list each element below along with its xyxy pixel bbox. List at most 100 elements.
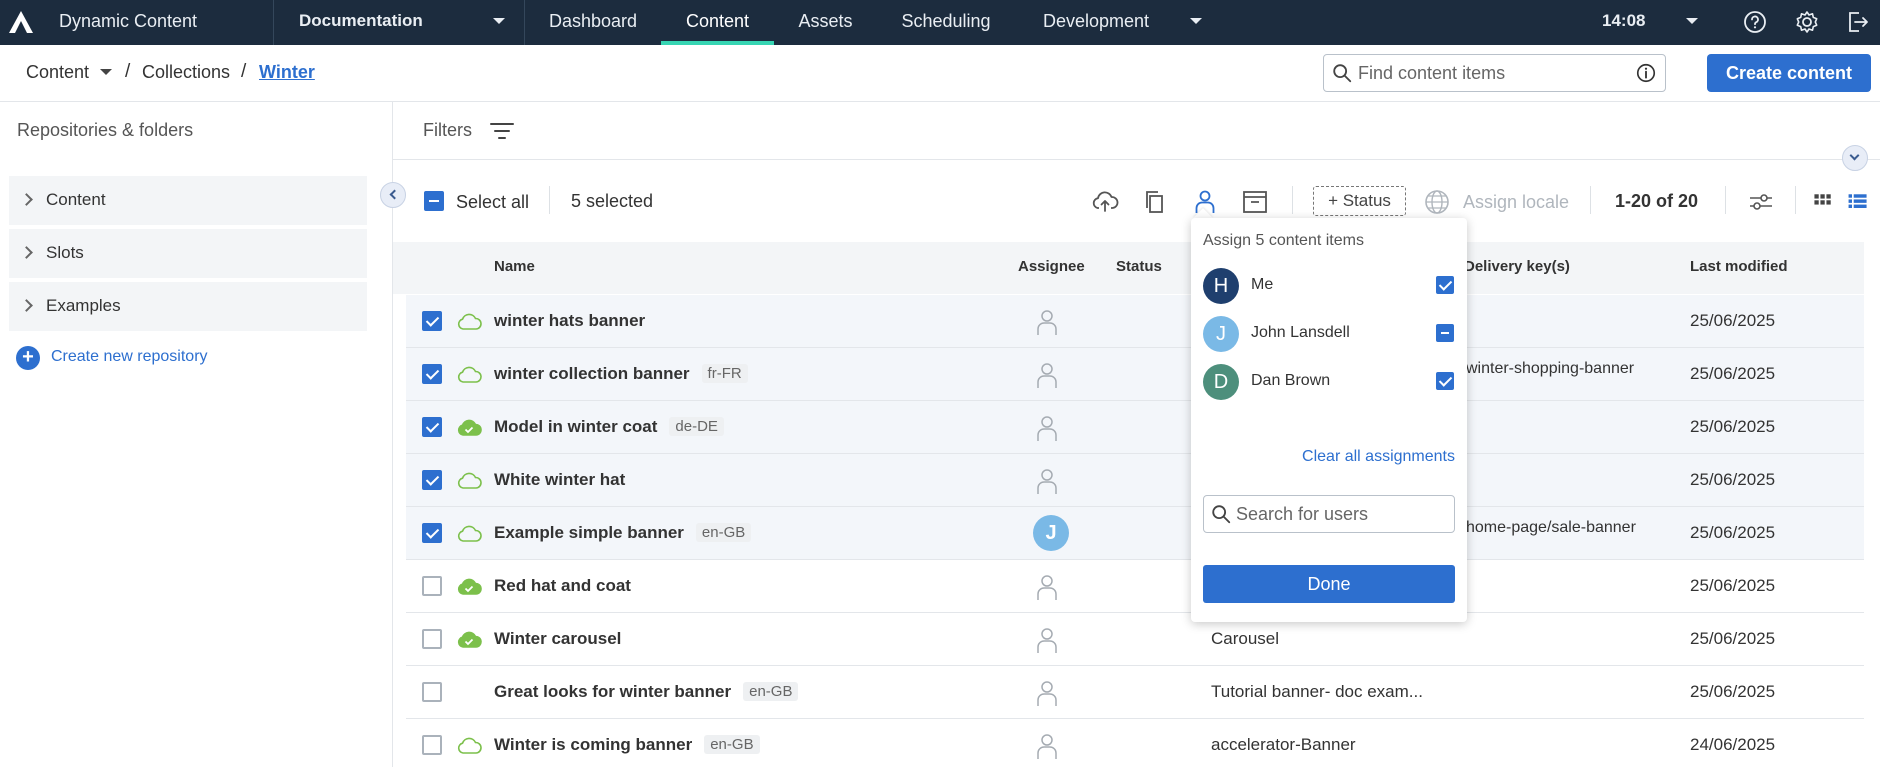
row-checkbox[interactable] — [422, 576, 442, 596]
item-name[interactable]: winter collection banner fr-FR — [494, 364, 748, 384]
row-checkbox[interactable] — [422, 682, 442, 702]
logout-icon[interactable] — [1845, 9, 1871, 35]
tab-dashboard[interactable]: Dashboard — [534, 0, 652, 45]
create-content-button[interactable]: Create content — [1707, 54, 1871, 92]
assign-user-option[interactable]: H Me — [1203, 268, 1457, 304]
archive-icon[interactable] — [1241, 188, 1269, 216]
user-search[interactable] — [1203, 495, 1455, 533]
clear-all-assignments-link[interactable]: Clear all assignments — [1302, 448, 1455, 466]
table-row[interactable]: Great looks for winter banner en-GB Tutori… — [406, 666, 1864, 719]
publish-icon[interactable] — [1091, 188, 1119, 216]
row-checkbox[interactable] — [422, 417, 442, 437]
user-checkbox[interactable] — [1436, 372, 1454, 390]
search-icon — [1212, 505, 1231, 524]
unassigned-user-icon[interactable] — [1034, 308, 1060, 336]
search-input[interactable] — [1358, 61, 1618, 85]
locale-badge: fr-FR — [701, 364, 748, 383]
item-name[interactable]: Red hat and coat — [494, 576, 631, 596]
user-name: Dan Brown — [1251, 372, 1331, 389]
item-name[interactable]: Great looks for winter banner en-GB — [494, 682, 799, 702]
table-row[interactable]: Red hat and coat 25/06/2025 — [406, 560, 1864, 613]
row-checkbox[interactable] — [422, 523, 442, 543]
sidebar-item-content[interactable]: Content — [9, 176, 367, 225]
assign-user-option[interactable]: D Dan Brown — [1203, 364, 1457, 400]
sidebar-item-label: Content — [46, 190, 106, 209]
row-checkbox[interactable] — [422, 735, 442, 755]
table-row[interactable]: Example simple banner en-GB Jhome-page/sal… — [406, 507, 1864, 560]
divider — [1292, 186, 1293, 214]
breadcrumb-content[interactable]: Content — [26, 62, 89, 83]
select-all-label[interactable]: Select all — [456, 192, 529, 213]
more-tabs-chevron-icon[interactable] — [1190, 18, 1202, 24]
info-icon[interactable] — [1635, 62, 1657, 84]
column-status[interactable]: Status — [1116, 258, 1162, 275]
select-all-checkbox[interactable] — [424, 191, 444, 211]
sliders-icon[interactable] — [1747, 188, 1775, 216]
table-row[interactable]: winter hats banner 25/06/2025 — [406, 295, 1864, 348]
gear-icon[interactable] — [1794, 9, 1820, 35]
user-search-input[interactable] — [1236, 503, 1446, 525]
hub-selector[interactable]: Documentation — [273, 0, 525, 45]
item-name[interactable]: Winter is coming banner en-GB — [494, 735, 760, 755]
add-status-button[interactable]: + Status — [1313, 186, 1406, 216]
expand-filters-button[interactable] — [1842, 145, 1868, 171]
assignee-avatar[interactable]: J — [1033, 515, 1069, 551]
locale-badge: en-GB — [695, 523, 752, 542]
tab-scheduling[interactable]: Scheduling — [891, 0, 1001, 45]
amplience-logo-icon[interactable] — [6, 8, 36, 36]
column-assignee[interactable]: Assignee — [1018, 258, 1085, 275]
clock-chevron-icon[interactable] — [1686, 18, 1698, 24]
sidebar-item-examples[interactable]: Examples — [9, 282, 367, 331]
unassigned-user-icon[interactable] — [1034, 573, 1060, 601]
breadcrumb-separator: / — [125, 61, 131, 82]
done-button[interactable]: Done — [1203, 565, 1455, 603]
row-checkbox[interactable] — [422, 311, 442, 331]
assign-users-popover: Assign 5 content items H Me J John Lansdell… — [1191, 218, 1467, 622]
unassigned-user-icon[interactable] — [1034, 732, 1060, 760]
breadcrumb-winter[interactable]: Winter — [259, 62, 315, 83]
unassigned-user-icon[interactable] — [1034, 467, 1060, 495]
unassigned-user-icon[interactable] — [1034, 679, 1060, 707]
column-last-modified[interactable]: Last modified — [1690, 258, 1788, 275]
list-view-icon[interactable] — [1846, 188, 1870, 216]
divider — [1590, 186, 1591, 214]
copy-icon[interactable] — [1141, 188, 1169, 216]
sidebar-item-label: Examples — [46, 296, 121, 315]
unassigned-user-icon[interactable] — [1034, 414, 1060, 442]
unassigned-user-icon[interactable] — [1034, 361, 1060, 389]
item-last-modified: 25/06/2025 — [1690, 364, 1776, 383]
table-row[interactable]: Winter carousel Carousel 25/06/2025 — [406, 613, 1864, 666]
grid-view-icon[interactable] — [1811, 188, 1835, 216]
hub-label: Documentation — [299, 11, 423, 30]
filters-label[interactable]: Filters — [423, 120, 472, 141]
help-icon[interactable] — [1742, 9, 1768, 35]
user-checkbox[interactable] — [1436, 276, 1454, 294]
breadcrumb-collections[interactable]: Collections — [142, 62, 230, 83]
item-name[interactable]: winter hats banner — [494, 311, 645, 331]
filter-icon[interactable] — [490, 122, 514, 140]
row-checkbox[interactable] — [422, 470, 442, 490]
row-checkbox[interactable] — [422, 629, 442, 649]
item-name[interactable]: Model in winter coat de-DE — [494, 417, 724, 437]
user-checkbox[interactable] — [1436, 324, 1454, 342]
table-row[interactable]: winter collection banner fr-FR winter-shop… — [406, 348, 1864, 401]
tab-development[interactable]: Development — [1031, 0, 1161, 45]
chevron-down-icon[interactable] — [100, 69, 112, 75]
tab-assets[interactable]: Assets — [783, 0, 868, 45]
table-row[interactable]: Winter is coming banner en-GB accelerator-… — [406, 719, 1864, 767]
tab-content[interactable]: Content — [661, 0, 774, 45]
item-name[interactable]: White winter hat — [494, 470, 625, 490]
table-row[interactable]: Model in winter coat de-DE 25/06/2025 — [406, 401, 1864, 454]
row-checkbox[interactable] — [422, 364, 442, 384]
table-row[interactable]: White winter hat 25/06/2025 — [406, 454, 1864, 507]
item-name[interactable]: Example simple banner en-GB — [494, 523, 752, 543]
sidebar-item-slots[interactable]: Slots — [9, 229, 367, 278]
unassigned-user-icon[interactable] — [1034, 626, 1060, 654]
collapse-sidebar-button[interactable] — [380, 182, 406, 208]
column-delivery-keys[interactable]: Delivery key(s) — [1464, 258, 1570, 275]
assign-locale-button[interactable]: Assign locale — [1463, 192, 1569, 213]
assign-user-option[interactable]: J John Lansdell — [1203, 316, 1457, 352]
column-name[interactable]: Name — [494, 258, 535, 275]
item-name[interactable]: Winter carousel — [494, 629, 621, 649]
content-search[interactable] — [1323, 54, 1666, 92]
